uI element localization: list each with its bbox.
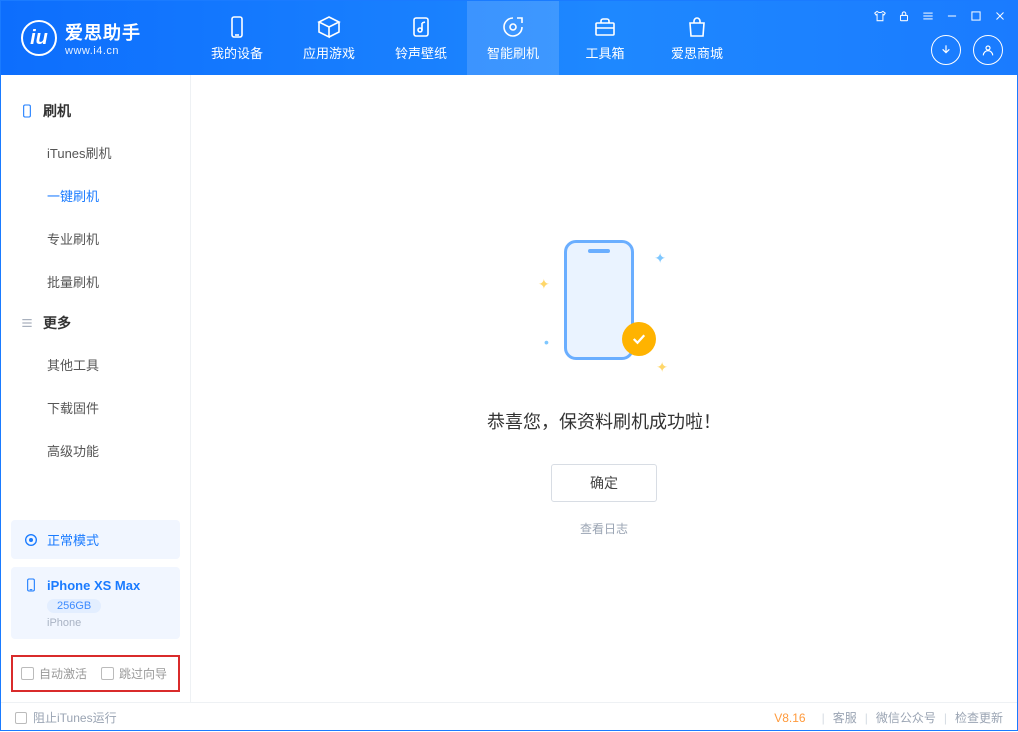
checkbox-label: 阻止iTunes运行	[33, 709, 117, 726]
top-nav: 我的设备 应用游戏 铃声壁纸 智能刷机 工具箱 爱思商城	[191, 1, 743, 75]
mode-dot-icon	[23, 532, 39, 548]
sidebar-group-label: 刷机	[43, 101, 71, 121]
footer-link-wechat[interactable]: 微信公众号	[876, 709, 936, 726]
lock-icon[interactable]	[897, 9, 911, 23]
footer-link-check-update[interactable]: 检查更新	[955, 709, 1003, 726]
logo-block[interactable]: iu 爱思助手 www.i4.cn	[1, 1, 191, 75]
app-header: iu 爱思助手 www.i4.cn 我的设备 应用游戏 铃声壁纸 智能刷机 工具…	[1, 1, 1017, 75]
checkbox-skip-wizard[interactable]: 跳过向导	[101, 665, 167, 682]
maximize-icon[interactable]	[969, 9, 983, 23]
checkbox-auto-activate[interactable]: 自动激活	[21, 665, 87, 682]
sidebar-item-download-firmware[interactable]: 下载固件	[1, 386, 190, 429]
success-illustration: ✦ ✦ ✦ •	[544, 240, 664, 380]
sidebar: 刷机 iTunes刷机 一键刷机 专业刷机 批量刷机 更多 其他工具 下载固件 …	[1, 75, 191, 702]
checkbox-block-itunes[interactable]: 阻止iTunes运行	[15, 709, 117, 726]
sparkle-icon: •	[544, 334, 549, 350]
sidebar-item-batch-flash[interactable]: 批量刷机	[1, 260, 190, 303]
window-controls	[873, 9, 1007, 23]
device-capacity-badge: 256GB	[47, 599, 101, 613]
nav-label: 智能刷机	[487, 43, 539, 62]
user-circle-icon[interactable]	[973, 35, 1003, 65]
device-mode-label: 正常模式	[47, 530, 99, 549]
separator: |	[865, 711, 868, 725]
shirt-icon[interactable]	[873, 9, 887, 23]
separator: |	[822, 711, 825, 725]
phone-small-icon	[23, 577, 39, 593]
device-mode-card[interactable]: 正常模式	[11, 520, 180, 559]
checkbox-label: 自动激活	[39, 665, 87, 682]
sidebar-group-flash[interactable]: 刷机	[1, 91, 190, 131]
success-message: 恭喜您，保资料刷机成功啦！	[487, 408, 721, 434]
nav-label: 应用游戏	[303, 43, 355, 62]
nav-label: 我的设备	[211, 43, 263, 62]
main-panel: ✦ ✦ ✦ • 恭喜您，保资料刷机成功啦！ 确定 查看日志	[191, 75, 1017, 702]
sidebar-group-more[interactable]: 更多	[1, 303, 190, 343]
device-name: iPhone XS Max	[47, 578, 140, 593]
music-file-icon	[409, 15, 433, 39]
list-icon	[19, 315, 35, 331]
checkbox-box-icon	[21, 667, 34, 680]
refresh-shield-icon	[501, 15, 525, 39]
ok-button[interactable]: 确定	[551, 464, 657, 502]
logo-icon: iu	[21, 20, 57, 56]
sidebar-item-other-tools[interactable]: 其他工具	[1, 343, 190, 386]
status-bar: 阻止iTunes运行 V8.16 | 客服 | 微信公众号 | 检查更新	[1, 702, 1017, 732]
nav-toolbox[interactable]: 工具箱	[559, 1, 651, 75]
footer-link-support[interactable]: 客服	[833, 709, 857, 726]
nav-label: 铃声壁纸	[395, 43, 447, 62]
download-circle-icon[interactable]	[931, 35, 961, 65]
check-badge-icon	[622, 322, 656, 356]
checkbox-box-icon	[101, 667, 114, 680]
toolbox-icon	[593, 15, 617, 39]
nav-apps-games[interactable]: 应用游戏	[283, 1, 375, 75]
flash-options-row: 自动激活 跳过向导	[11, 655, 180, 692]
nav-label: 爱思商城	[671, 43, 723, 62]
brand-name: 爱思助手	[65, 19, 141, 45]
nav-smart-flash[interactable]: 智能刷机	[467, 1, 559, 75]
view-log-link[interactable]: 查看日志	[580, 520, 628, 537]
separator: |	[944, 711, 947, 725]
phone-icon	[225, 15, 249, 39]
device-type: iPhone	[47, 617, 168, 629]
nav-store[interactable]: 爱思商城	[651, 1, 743, 75]
nav-ringtones-wallpapers[interactable]: 铃声壁纸	[375, 1, 467, 75]
menu-icon[interactable]	[921, 9, 935, 23]
version-label: V8.16	[774, 711, 805, 725]
header-action-circles	[931, 35, 1003, 65]
checkbox-box-icon	[15, 712, 27, 724]
device-info-card[interactable]: iPhone XS Max 256GB iPhone	[11, 567, 180, 639]
sidebar-group-label: 更多	[43, 313, 71, 333]
close-icon[interactable]	[993, 9, 1007, 23]
sidebar-item-itunes-flash[interactable]: iTunes刷机	[1, 131, 190, 174]
app-body: 刷机 iTunes刷机 一键刷机 专业刷机 批量刷机 更多 其他工具 下载固件 …	[1, 75, 1017, 702]
phone-outline-icon	[19, 103, 35, 119]
minimize-icon[interactable]	[945, 9, 959, 23]
sidebar-item-oneclick-flash[interactable]: 一键刷机	[1, 174, 190, 217]
sparkle-icon: ✦	[654, 250, 666, 267]
brand-url: www.i4.cn	[65, 45, 141, 57]
bag-icon	[685, 15, 709, 39]
nav-label: 工具箱	[585, 43, 624, 62]
sidebar-item-pro-flash[interactable]: 专业刷机	[1, 217, 190, 260]
nav-my-device[interactable]: 我的设备	[191, 1, 283, 75]
sparkle-icon: ✦	[538, 276, 550, 293]
sparkle-icon: ✦	[656, 359, 668, 376]
checkbox-label: 跳过向导	[119, 665, 167, 682]
cube-icon	[317, 15, 341, 39]
sidebar-item-advanced[interactable]: 高级功能	[1, 429, 190, 472]
